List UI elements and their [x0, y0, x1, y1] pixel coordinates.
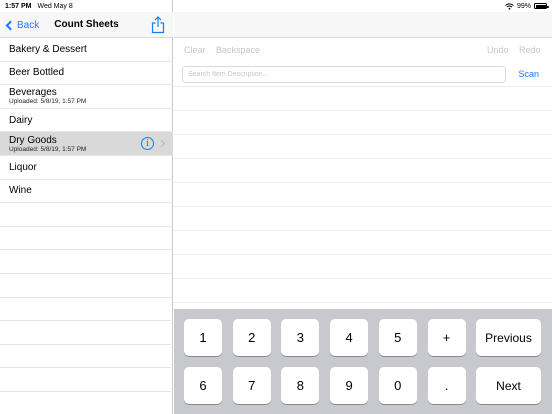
item-line [174, 278, 552, 279]
list-item-subtitle: Uploaded: 5/8/19, 1:57 PM [9, 98, 87, 106]
battery-percent: 99% [516, 2, 531, 10]
edit-toolbar: Clear Backspace Undo Redo [174, 42, 552, 60]
key-1[interactable]: 1 [184, 319, 222, 356]
status-right: 99% [505, 2, 549, 10]
list-item-name: Beverages [9, 87, 57, 99]
sidebar-nav-bar: Back Count Sheets [0, 12, 173, 38]
key-8[interactable]: 8 [281, 367, 320, 404]
item-line [174, 158, 552, 159]
main-panel: Clear Backspace Undo Redo Scan 12345 + Pre… [174, 0, 552, 414]
key-3[interactable]: 3 [281, 319, 320, 356]
empty-row [0, 203, 173, 227]
wifi-icon [505, 2, 514, 10]
list-item[interactable]: Wine [0, 180, 173, 204]
item-line [174, 254, 552, 255]
empty-row [0, 274, 173, 298]
empty-row [0, 321, 173, 345]
chevron-left-icon [5, 20, 16, 30]
search-row: Scan [174, 66, 552, 84]
scan-button[interactable]: Scan [518, 69, 539, 79]
search-input[interactable] [182, 66, 506, 83]
key-5[interactable]: 5 [378, 319, 417, 356]
empty-row [0, 250, 173, 274]
item-line [174, 86, 552, 87]
key-9[interactable]: 9 [330, 367, 369, 404]
list-item-name: Bakery & Dessert [9, 43, 87, 55]
key-2[interactable]: 2 [232, 319, 271, 356]
item-line [174, 110, 552, 111]
key-4[interactable]: 4 [330, 319, 369, 356]
key-6[interactable]: 6 [184, 367, 222, 404]
list-item-name: Wine [9, 185, 32, 197]
undo-button[interactable]: Undo [487, 45, 509, 55]
key-0[interactable]: 0 [378, 367, 417, 404]
sidebar: Back Count Sheets Bakery & Dessert Beer B… [0, 0, 173, 414]
list-item[interactable]: Dairy [0, 109, 173, 133]
item-line [174, 302, 552, 303]
list-item[interactable]: Beverages Uploaded: 5/8/19, 1:57 PM [0, 85, 173, 109]
item-line [174, 182, 552, 183]
key-decimal[interactable]: . [427, 367, 466, 404]
list-item-name: Dairy [9, 114, 33, 126]
previous-button[interactable]: Previous [476, 319, 541, 356]
item-lines [174, 86, 552, 308]
key-7[interactable]: 7 [232, 367, 271, 404]
item-line [174, 134, 552, 135]
numeric-keypad: 1 2 3 4 5 + Previous 6 7 8 9 0. Next [174, 309, 552, 414]
empty-row [0, 392, 173, 414]
item-line [174, 230, 552, 231]
list-item[interactable]: Beer Bottled [0, 62, 173, 86]
status-bar: 1:57 PM Wed May 8 99% [0, 0, 552, 12]
share-icon[interactable] [151, 16, 165, 34]
list-item-name: Liquor [9, 161, 37, 173]
back-button[interactable]: Back [5, 17, 39, 33]
list-item[interactable]: Liquor [0, 156, 173, 180]
main-nav-bar [174, 12, 552, 38]
backspace-button[interactable]: Backspace [216, 45, 260, 55]
empty-row [0, 345, 173, 369]
status-time: 1:57 PM [5, 2, 32, 10]
clear-button[interactable]: Clear [184, 45, 206, 55]
back-label: Back [17, 19, 40, 31]
list-item[interactable]: Bakery & Dessert [0, 38, 173, 62]
status-date: Wed May 8 [37, 2, 73, 10]
item-line [174, 206, 552, 207]
list-item[interactable]: Dry Goods Uploaded: 5/8/19, 1:57 PM i [0, 132, 173, 156]
redo-button[interactable]: Redo [519, 45, 541, 55]
count-sheet-list: Bakery & Dessert Beer Bottled Beverages Upl… [0, 38, 173, 414]
list-item-name: Beer Bottled [9, 67, 65, 79]
battery-icon [534, 3, 549, 9]
empty-row [0, 368, 173, 392]
next-button[interactable]: Next [476, 367, 541, 404]
empty-row [0, 227, 173, 251]
key-plus[interactable]: + [427, 319, 466, 356]
empty-row [0, 298, 173, 322]
